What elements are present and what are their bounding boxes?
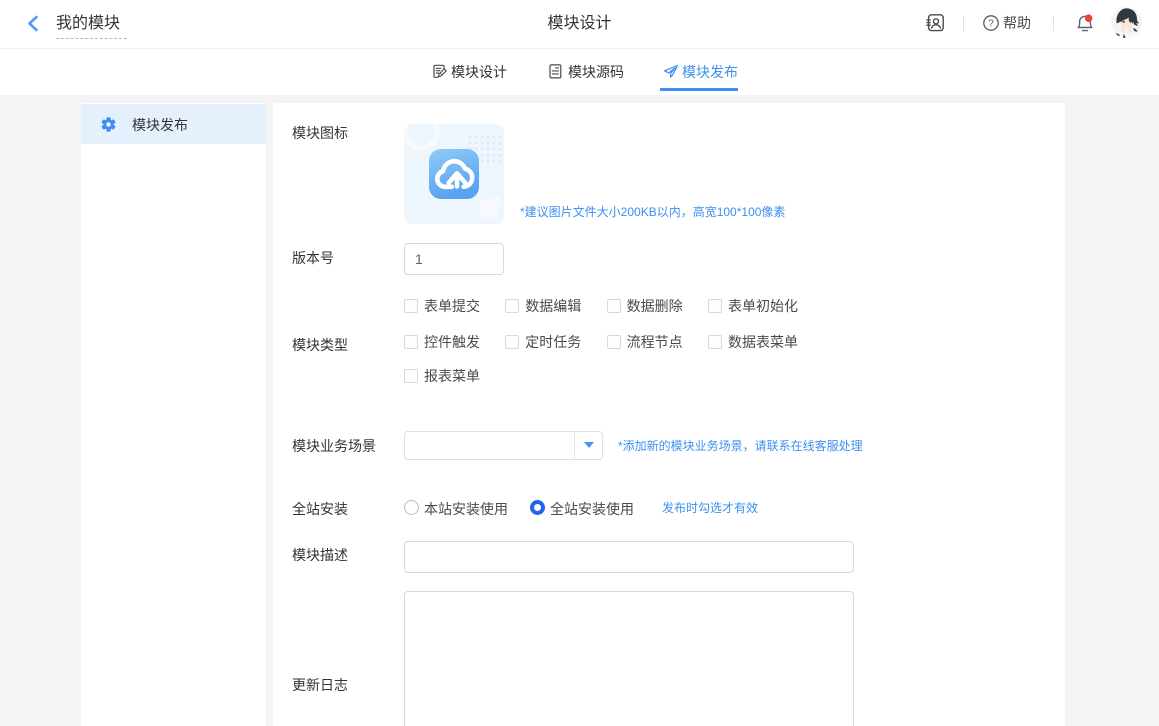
svg-text:?: ?	[988, 19, 994, 30]
